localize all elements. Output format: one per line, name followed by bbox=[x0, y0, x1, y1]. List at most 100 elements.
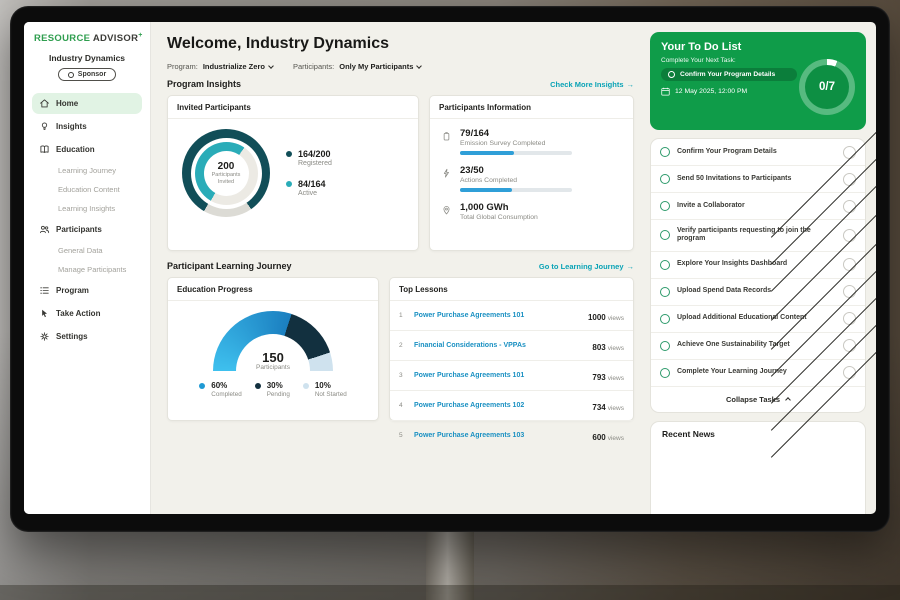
legend-item-not-started: 10% Not Started bbox=[303, 381, 347, 398]
participants-stats: 79/164 Emission Survey Completed 23/50 A… bbox=[430, 119, 633, 230]
sidebar-item-education-content[interactable]: Education Content bbox=[32, 181, 142, 198]
link-label: Go to Learning Journey bbox=[539, 262, 624, 271]
task-checkbox[interactable] bbox=[660, 230, 670, 240]
participants-filter-label: Participants: bbox=[293, 62, 334, 71]
lesson-link[interactable]: Power Purchase Agreements 102 bbox=[414, 402, 585, 409]
stat-label: Total Global Consumption bbox=[460, 214, 538, 221]
lesson-views: 793 bbox=[592, 373, 605, 382]
cursor-icon bbox=[39, 308, 50, 319]
sidebar-item-label: Insights bbox=[56, 122, 87, 131]
stat-actions-completed: 23/50 Actions Completed bbox=[441, 165, 622, 192]
lesson-rank: 5 bbox=[399, 432, 407, 439]
lesson-link[interactable]: Power Purchase Agreements 101 bbox=[414, 312, 581, 319]
sidebar-item-manage-participants[interactable]: Manage Participants bbox=[32, 261, 142, 278]
legend-label: Active bbox=[298, 190, 326, 197]
task-checkbox[interactable] bbox=[660, 147, 670, 157]
stat-value: 1,000 GWh bbox=[460, 202, 538, 213]
sponsor-badge-label: Sponsor bbox=[78, 71, 106, 78]
task-open-button[interactable] bbox=[843, 285, 856, 298]
invited-donut-gap: 200 Participants Invited bbox=[191, 138, 262, 209]
task-open-button[interactable] bbox=[843, 312, 856, 325]
program-insights-header: Program Insights Check More Insights → bbox=[167, 79, 634, 89]
sidebar-item-take-action[interactable]: Take Action bbox=[32, 303, 142, 324]
task-checkbox[interactable] bbox=[660, 341, 670, 351]
sidebar-item-learning-insights[interactable]: Learning Insights bbox=[32, 200, 142, 217]
go-to-learning-journey-link[interactable]: Go to Learning Journey → bbox=[539, 262, 634, 271]
check-more-insights-link[interactable]: Check More Insights → bbox=[550, 80, 634, 89]
task-checkbox[interactable] bbox=[660, 314, 670, 324]
sidebar-nav: Home Insights Education Learning Journey bbox=[32, 92, 142, 348]
participants-information-card: Participants Information 79/164 Emission… bbox=[429, 95, 634, 251]
card-title: Top Lessons bbox=[390, 278, 633, 301]
sidebar-item-education[interactable]: Education bbox=[32, 139, 142, 160]
task-open-button[interactable] bbox=[843, 200, 856, 213]
bulb-icon bbox=[39, 121, 50, 132]
map-pin-icon bbox=[441, 204, 452, 217]
task-open-button[interactable] bbox=[843, 173, 856, 186]
sidebar-item-label: Learning Journey bbox=[58, 166, 116, 175]
gauge-label: Participants bbox=[213, 364, 333, 371]
gauge-legend-dot bbox=[255, 383, 261, 389]
lesson-views: 734 bbox=[592, 403, 605, 412]
chevron-down-icon bbox=[268, 63, 274, 69]
legend-value: 30% bbox=[267, 381, 290, 390]
todo-progress-ring: 0/7 bbox=[799, 59, 855, 115]
todo-column: Your To Do List Complete Your Next Task:… bbox=[646, 22, 876, 514]
sidebar-item-label: Manage Participants bbox=[58, 265, 126, 274]
top-lessons-card: Top Lessons 1 Power Purchase Agreements … bbox=[389, 277, 634, 421]
recent-news-card[interactable]: Recent News bbox=[650, 421, 866, 515]
sidebar-item-general-data[interactable]: General Data bbox=[32, 242, 142, 259]
logo-primary: RESOURCE bbox=[34, 33, 90, 44]
people-icon bbox=[39, 224, 50, 235]
sponsor-badge[interactable]: Sponsor bbox=[58, 68, 116, 81]
sidebar-item-insights[interactable]: Insights bbox=[32, 116, 142, 137]
task-open-button[interactable] bbox=[843, 366, 856, 379]
stat-progress-fill bbox=[460, 151, 514, 155]
task-checkbox[interactable] bbox=[660, 287, 670, 297]
program-dropdown[interactable]: Industrialize Zero bbox=[203, 62, 273, 71]
invited-donut-body: 200 Participants Invited bbox=[168, 119, 418, 227]
lesson-views-label: views bbox=[608, 315, 624, 322]
program-filter: Program: Industrialize Zero bbox=[167, 62, 273, 71]
participants-dropdown[interactable]: Only My Participants bbox=[339, 62, 421, 71]
sidebar-item-program[interactable]: Program bbox=[32, 280, 142, 301]
sidebar-item-learning-journey[interactable]: Learning Journey bbox=[32, 162, 142, 179]
lesson-views-label: views bbox=[608, 345, 624, 352]
task-checkbox[interactable] bbox=[660, 368, 670, 378]
main-content: Welcome, Industry Dynamics Program: Indu… bbox=[151, 22, 646, 514]
monitor-bezel: RESOURCE ADVISOR+ Industry Dynamics Spon… bbox=[10, 6, 890, 532]
next-task-pill[interactable]: Confirm Your Program Details bbox=[661, 68, 797, 81]
todo-tasks-card: Confirm Your Program Details Send 50 Inv… bbox=[650, 138, 866, 413]
link-label: Check More Insights bbox=[550, 80, 623, 89]
gauge-value: 150 bbox=[213, 351, 333, 364]
card-title: Participants Information bbox=[430, 96, 633, 119]
lesson-row: 3 Power Purchase Agreements 101 793views bbox=[390, 361, 633, 391]
sidebar-item-participants[interactable]: Participants bbox=[32, 219, 142, 240]
task-checkbox[interactable] bbox=[660, 201, 670, 211]
battery-icon bbox=[441, 130, 452, 143]
next-task-label: Confirm Your Program Details bbox=[680, 71, 775, 78]
legend-value: 164/200 bbox=[298, 149, 332, 159]
sidebar-item-settings[interactable]: Settings bbox=[32, 326, 142, 347]
task-open-button[interactable] bbox=[843, 258, 856, 271]
lesson-views-label: views bbox=[608, 405, 624, 412]
lesson-link[interactable]: Power Purchase Agreements 101 bbox=[414, 372, 585, 379]
lesson-row: 2 Financial Considerations - VPPAs 803vi… bbox=[390, 331, 633, 361]
section-title: Participant Learning Journey bbox=[167, 261, 292, 271]
legend-label: Not Started bbox=[315, 391, 347, 398]
lesson-link[interactable]: Financial Considerations - VPPAs bbox=[414, 342, 585, 349]
sidebar-item-home[interactable]: Home bbox=[32, 93, 142, 114]
task-open-button[interactable] bbox=[843, 229, 856, 242]
lesson-views: 1000 bbox=[588, 313, 606, 322]
task-open-button[interactable] bbox=[843, 146, 856, 159]
legend-item-active: 84/164 Active bbox=[286, 179, 332, 197]
lesson-link[interactable]: Power Purchase Agreements 103 bbox=[414, 432, 585, 439]
task-open-button[interactable] bbox=[843, 339, 856, 352]
task-checkbox[interactable] bbox=[660, 174, 670, 184]
lesson-row: 5 Power Purchase Agreements 103 600views bbox=[390, 421, 633, 450]
education-progress-card: Education Progress 150 Participants bbox=[167, 277, 379, 421]
stat-value: 79/164 bbox=[460, 128, 572, 139]
task-row-confirm-program[interactable]: Confirm Your Program Details bbox=[651, 139, 865, 166]
task-checkbox[interactable] bbox=[660, 260, 670, 270]
participants-dropdown-value: Only My Participants bbox=[339, 62, 413, 71]
